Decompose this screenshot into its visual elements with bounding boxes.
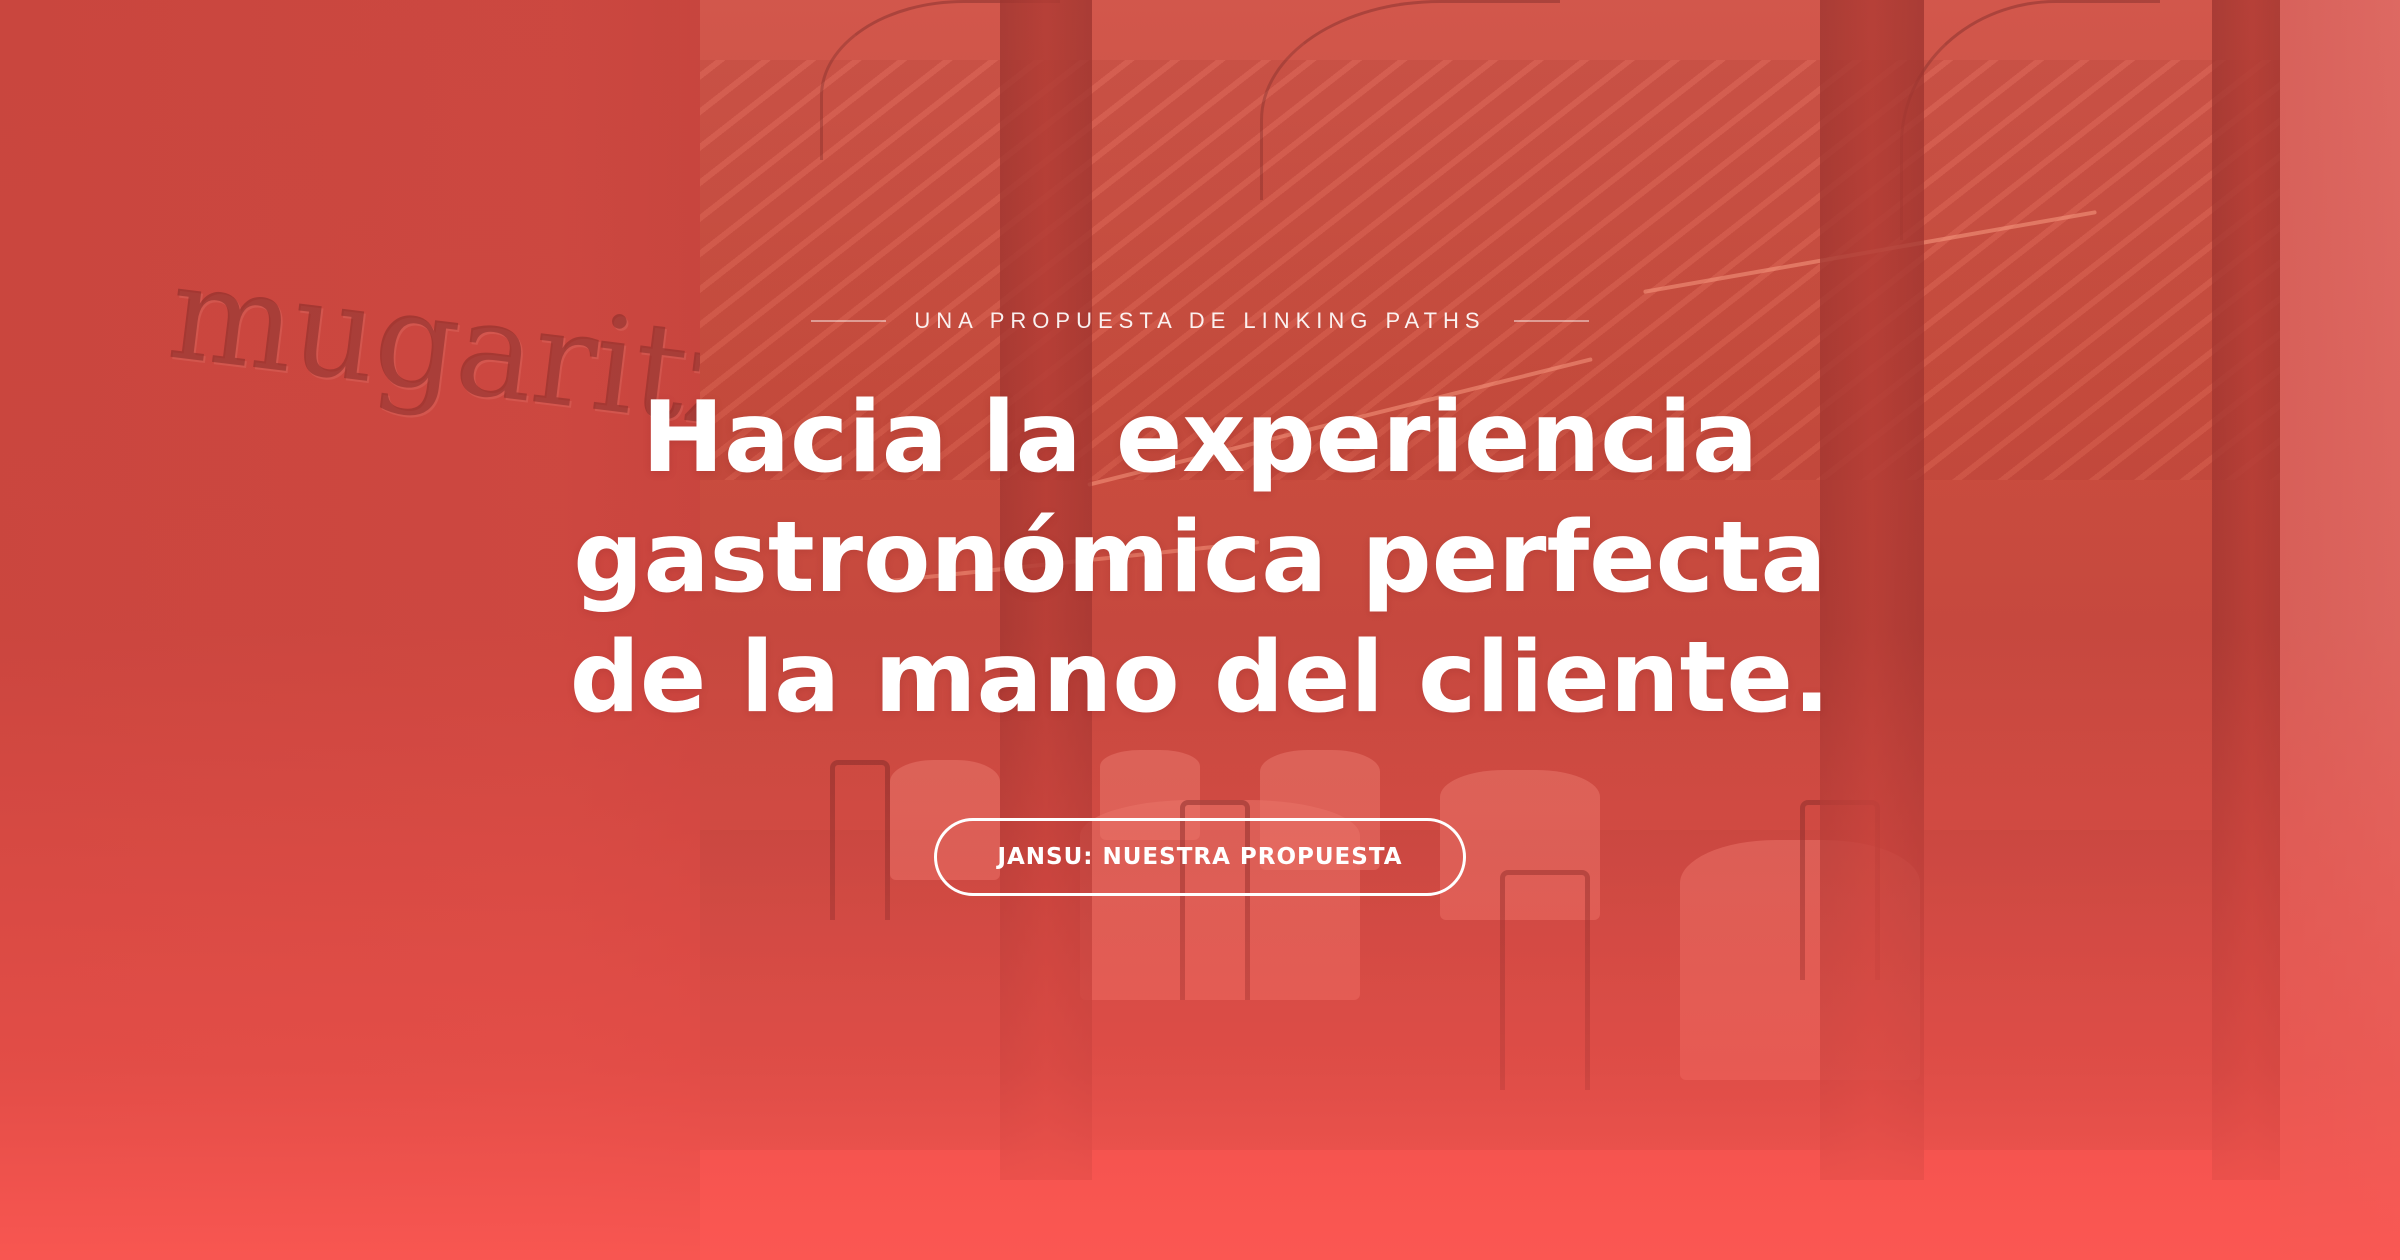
eyebrow-divider-right <box>1513 320 1589 322</box>
eyebrow-divider-left <box>811 320 887 322</box>
headline-line-2: gastronómica perfecta <box>573 501 1827 615</box>
cta-button[interactable]: JANSU: NUESTRA PROPUESTA <box>934 818 1466 896</box>
hero-headline: Hacia la experiencia gastronómica perfec… <box>0 378 2400 738</box>
hero-content: UNA PROPUESTA DE LINKING PATHS Hacia la … <box>0 0 2400 1260</box>
headline-line-3: de la mano del cliente. <box>569 621 1831 735</box>
hero-section: mugaritz <box>0 0 2400 1260</box>
eyebrow-row: UNA PROPUESTA DE LINKING PATHS <box>0 308 2400 334</box>
headline-line-1: Hacia la experiencia <box>641 381 1759 495</box>
eyebrow-text: UNA PROPUESTA DE LINKING PATHS <box>914 308 1486 333</box>
